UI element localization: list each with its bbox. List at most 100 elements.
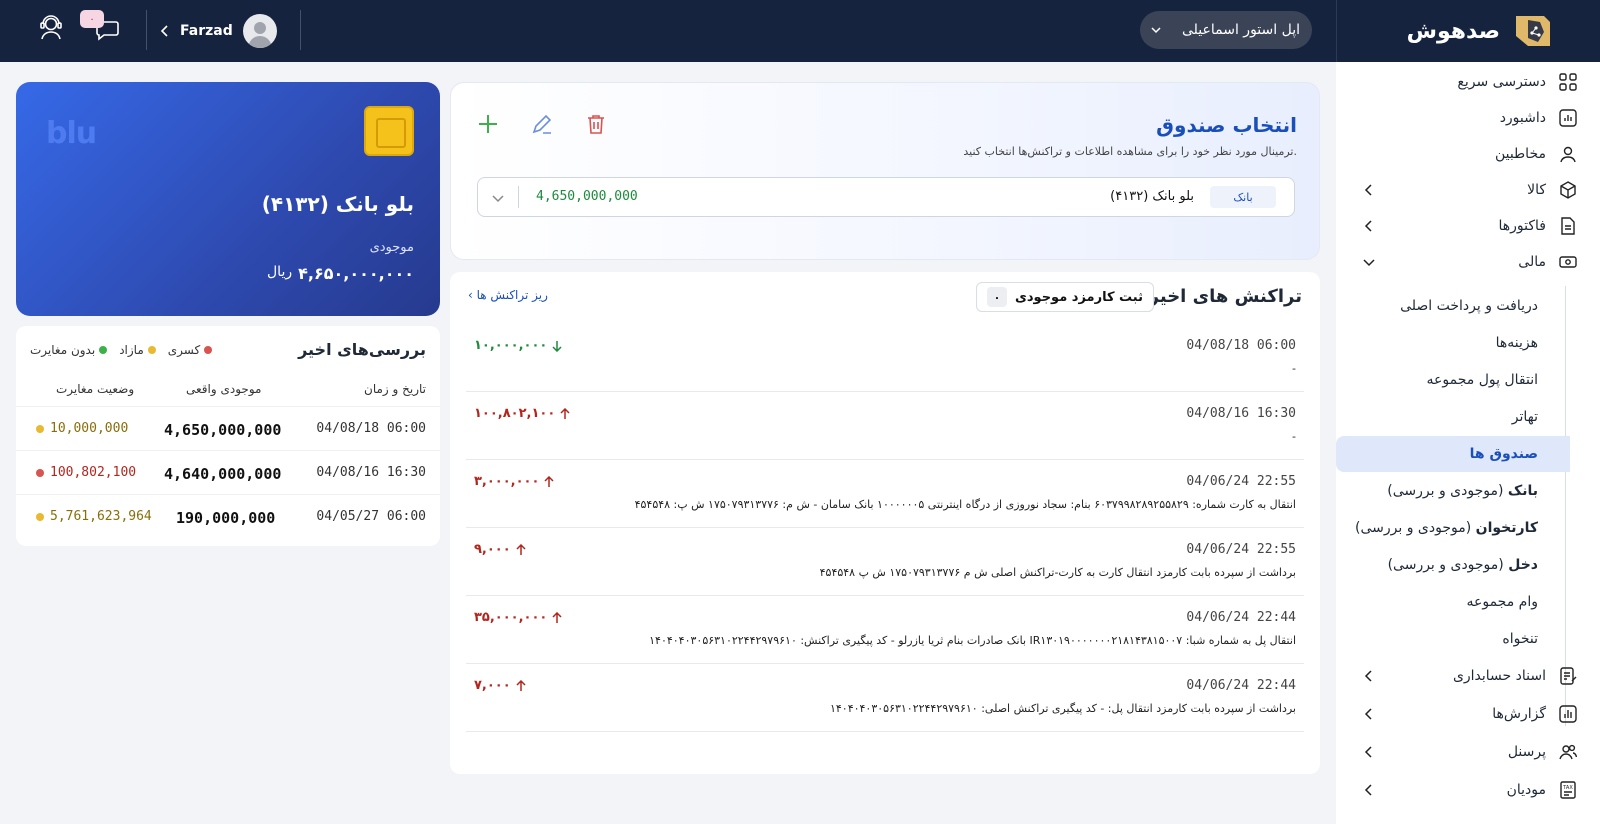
transaction-row[interactable]: 04/08/16 16:30 - ۱۰۰,۸۰۲,۱۰۰ (466, 392, 1304, 460)
row-diff: 10,000,000 (36, 421, 128, 436)
sidebar-item-personnel[interactable]: پرسنل (1336, 734, 1600, 770)
tx-date: 04/06/24 22:44 (1186, 610, 1296, 625)
chevron-down-icon[interactable] (490, 190, 506, 206)
sidebar-subitem-expenses[interactable]: هزینه‌ها (1336, 325, 1600, 361)
chevron-left-icon (1364, 220, 1372, 232)
store-select[interactable]: اپل استور اسماعیلی (1140, 11, 1312, 49)
tx-amount: ۱۰۰,۸۰۲,۱۰۰ (474, 406, 571, 421)
fund-select[interactable]: بانک بلو بانک (۴۱۳۲) 4,650,000,000 (477, 177, 1295, 217)
edit-button[interactable] (529, 111, 555, 137)
sidebar-item-reports[interactable]: گزارش‌ها (1336, 696, 1600, 732)
tx-description: برداشت از سپرده بابت کارمزد انتقال پل: -… (829, 702, 1296, 715)
sidebar-item-label: فاکتورها (1498, 218, 1547, 234)
panel-subtitle: ترمینال مورد نظر خود را برای مشاهده اطلا… (963, 145, 1297, 158)
arrow-up-icon (516, 543, 526, 555)
chevron-down-icon (1151, 27, 1161, 34)
sidebar-subitem-rest: (موجودی و بررسی) (1387, 557, 1509, 573)
store-name: اپل استور اسماعیلی (1182, 22, 1300, 38)
column-header: موجودی واقعی (186, 382, 262, 396)
transaction-row[interactable]: 04/06/24 22:44 برداشت از سپرده بابت کارم… (466, 664, 1304, 732)
arrow-up-icon (516, 679, 526, 691)
sidebar-subitem-offset[interactable]: تهاتر (1336, 399, 1600, 435)
legend: کسری مازاد بدون مغایرت (30, 343, 213, 357)
sidebar-subitem-loans[interactable]: وام مجموعه (1336, 584, 1600, 620)
sidebar-item-label: دسترسی سریع (1457, 74, 1546, 90)
select-fund-panel: انتخاب صندوق ترمینال مورد نظر خود را برا… (450, 82, 1320, 260)
sidebar-item-accounting-docs[interactable]: اسناد حسابداری (1336, 658, 1600, 694)
sidebar-subitem-bold: بانک (1507, 483, 1538, 499)
recent-transactions-panel: تراکنش های اخیر ۰ ثبت کارمزد موجودی ‹ ری… (450, 272, 1320, 774)
sidebar-subitem-label: تنخواه (1502, 631, 1538, 647)
transaction-row[interactable]: 04/06/24 22:55 انتقال به کارت شماره: ۶۰۳… (466, 460, 1304, 528)
sidebar-item-label: مودیان (1506, 782, 1546, 798)
transaction-row[interactable]: 04/06/24 22:55 برداشت از سپرده بابت کارم… (466, 528, 1304, 596)
card-chip-icon (364, 106, 414, 156)
tx-description: انتقال پل به شماره شبا: IR۱۳۰۱۹۰۰۰۰۰۰۰۲۱… (649, 634, 1296, 647)
sidebar-item-taxpayers[interactable]: TAX مودیان (1336, 772, 1600, 808)
user-menu[interactable]: Farzad (160, 14, 277, 48)
row-real-balance: 4,640,000,000 (164, 465, 282, 483)
sidebar-item-products[interactable]: کالا (1336, 172, 1600, 208)
register-fee-button[interactable]: ۰ ثبت کارمزد موجودی (975, 282, 1154, 312)
panel-title: بررسی‌های اخیر (298, 340, 426, 359)
sidebar-subitem-main-receipts[interactable]: دریافت و پرداخت اصلی (1336, 288, 1600, 324)
svg-text:TAX: TAX (1562, 785, 1573, 791)
table-row[interactable]: 04/08/16 16:30 4,640,000,000 100,802,100 (16, 450, 440, 494)
row-date: 04/08/16 16:30 (316, 465, 426, 480)
sidebar-subitem-pos[interactable]: کارتخوان (موجودی و بررسی) (1336, 510, 1600, 546)
tx-date: 04/06/24 22:44 (1186, 678, 1296, 693)
support-agent-icon[interactable] (34, 10, 68, 44)
arrow-up-icon (544, 475, 554, 487)
tx-description: - (1292, 362, 1296, 375)
transaction-row[interactable]: 04/08/18 06:00 - ۱۰,۰۰۰,۰۰۰ (466, 324, 1304, 392)
avatar (242, 14, 277, 48)
people-icon (1558, 742, 1578, 762)
fund-selected-amount: 4,650,000,000 (536, 189, 638, 204)
sidebar-item-label: داشبورد (1499, 110, 1546, 126)
fund-selected-name: بلو بانک (۴۱۳۲) (1110, 189, 1194, 204)
tx-date: 04/06/24 22:55 (1186, 474, 1296, 489)
fund-actions (475, 111, 609, 137)
chevron-left-icon (1364, 184, 1372, 196)
brand-logo-icon (1516, 16, 1550, 46)
sidebar-item-contacts[interactable]: مخاطبین (1336, 136, 1600, 172)
person-icon (1558, 144, 1578, 164)
sidebar-item-quick-access[interactable]: دسترسی سریع (1336, 64, 1600, 100)
delete-button[interactable] (583, 111, 609, 137)
box-icon (1558, 180, 1578, 200)
sidebar-subitem-transfer[interactable]: انتقال پول مجموعه (1336, 362, 1600, 398)
column-header: وضعیت مغایرت (56, 382, 135, 396)
sidebar-subitem-cashbox[interactable]: دخل (موجودی و بررسی) (1336, 547, 1600, 583)
sidebar-item-finance[interactable]: مالی (1336, 244, 1600, 280)
row-date: 04/05/27 06:00 (316, 509, 426, 524)
table-header: تاریخ و زمان موجودی واقعی وضعیت مغایرت (16, 374, 440, 404)
tx-description: - (1292, 430, 1296, 443)
sidebar-subitem-funds[interactable]: صندوق ها (1336, 436, 1570, 472)
plus-icon (479, 115, 497, 133)
sidebar-subitem-bold: کارتخوان (1475, 520, 1538, 536)
row-date: 04/08/18 06:00 (316, 421, 426, 436)
table-row[interactable]: 04/08/18 06:00 4,650,000,000 10,000,000 (16, 406, 440, 450)
invoice-icon (1558, 216, 1578, 236)
sidebar-subitem-bank[interactable]: بانک (موجودی و بررسی) (1336, 473, 1600, 509)
bank-logo: blu (46, 116, 97, 151)
tx-amount: ۳,۰۰۰,۰۰۰ (474, 474, 555, 489)
tx-description: برداشت از سپرده بابت کارمزد انتقال کارت … (819, 566, 1296, 579)
add-button[interactable] (475, 111, 501, 137)
legend-item: مازاد (119, 343, 156, 357)
recent-reviews-panel: بررسی‌های اخیر کسری مازاد بدون مغایرت تا… (16, 326, 440, 546)
sidebar-item-label: اسناد حسابداری (1452, 668, 1546, 684)
row-diff: 100,802,100 (36, 465, 136, 480)
sidebar: دسترسی سریع داشبورد مخاطبین کالا فاکتوره… (1336, 62, 1600, 824)
sidebar-item-invoices[interactable]: فاکتورها (1336, 208, 1600, 244)
transaction-details-link[interactable]: ‹ ریز تراکنش ها (468, 288, 548, 302)
tx-date: 04/08/18 06:00 (1186, 338, 1296, 353)
panel-title: انتخاب صندوق (1156, 113, 1297, 137)
bank-card: blu بلو بانک (۴۱۳۲) موجودی ۴,۶۵۰,۰۰۰,۰۰۰… (16, 82, 440, 316)
transaction-row[interactable]: 04/06/24 22:44 انتقال پل به شماره شبا: I… (466, 596, 1304, 664)
sidebar-item-dashboard[interactable]: داشبورد (1336, 100, 1600, 136)
user-name: Farzad (180, 23, 233, 39)
brand[interactable]: صدهوش (1336, 0, 1600, 62)
table-row[interactable]: 04/05/27 06:00 190,000,000 5,761,623,964 (16, 494, 440, 538)
sidebar-subitem-petty-cash[interactable]: تنخواه (1336, 621, 1600, 657)
